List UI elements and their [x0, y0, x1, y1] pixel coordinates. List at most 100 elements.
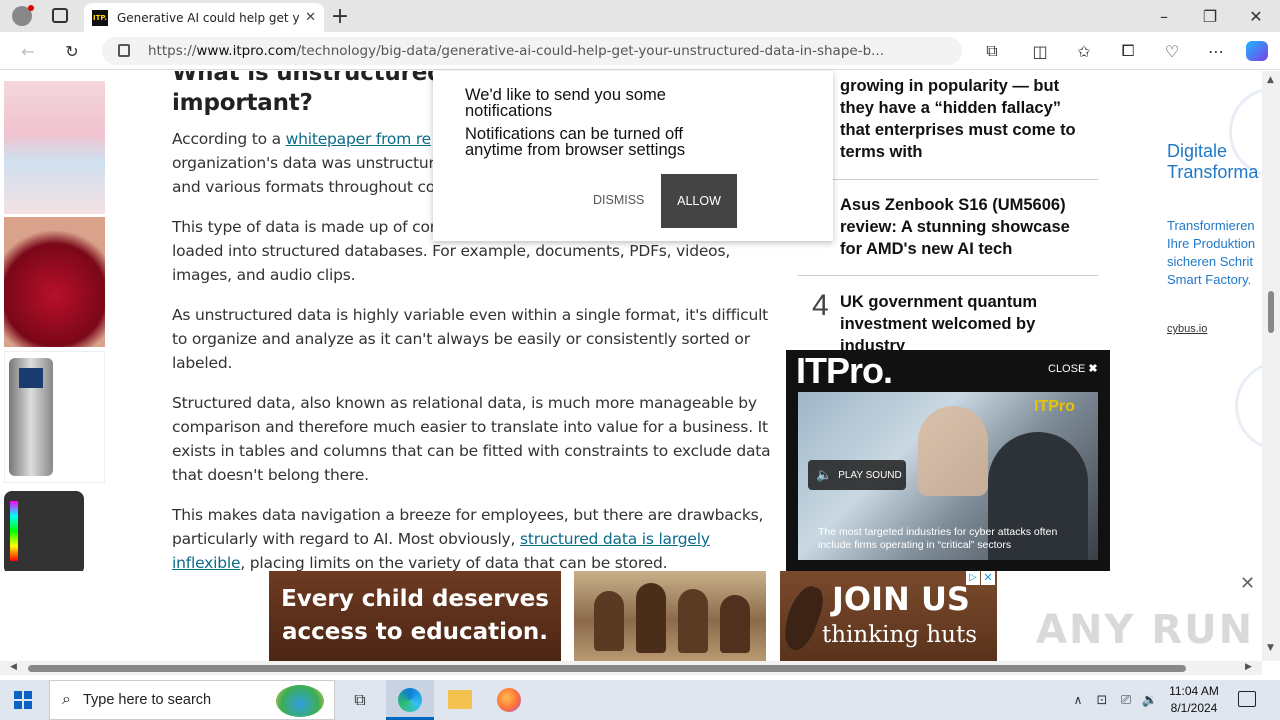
new-tab-icon[interactable]: + [328, 4, 352, 29]
ad-join-panel[interactable]: JOIN US thinking huts ▷ ✕ [777, 571, 997, 661]
heading-line: What is unstructured [172, 71, 444, 86]
tray-chevron-icon[interactable]: ∧ [1066, 688, 1090, 712]
most-read-item-4[interactable]: UK government quantum investment welcome… [840, 291, 1090, 357]
text: According to a [172, 130, 286, 148]
text: investment welcomed by [840, 315, 1036, 333]
clock[interactable]: 11:04 AM 8/1/2024 [1164, 683, 1224, 717]
most-read-item-asus[interactable]: Asus Zenbook S16 (UM5606) review: A stun… [840, 194, 1090, 260]
play-sound-button[interactable]: 🔈 PLAY SOUND [808, 460, 906, 490]
url-prefix: https:// [148, 43, 197, 59]
vertical-scroll-thumb[interactable] [1268, 291, 1274, 333]
ad-image-red-top[interactable] [4, 217, 105, 347]
heading-line: important? [172, 90, 313, 116]
edge-taskbar-icon[interactable] [386, 680, 434, 720]
performance-icon[interactable]: ♡ [1160, 39, 1184, 63]
ad-decor-circle-icon [1235, 361, 1262, 451]
ad-close-icon[interactable]: ✕ [981, 571, 995, 585]
ad-image-underwear[interactable] [4, 81, 105, 214]
address-input[interactable]: https://www.itpro.com/technology/big-dat… [102, 37, 962, 65]
file-explorer-icon[interactable] [448, 690, 472, 709]
text: that enterprises must come to [840, 121, 1076, 139]
whitepaper-link[interactable]: whitepaper from re [286, 130, 432, 148]
title-bar: ITP. Generative AI could help get your u… [0, 0, 1280, 32]
lock-icon[interactable] [118, 44, 130, 57]
scroll-down-icon[interactable]: ▼ [1267, 643, 1274, 653]
split-screen-icon[interactable]: ◫ [1028, 39, 1052, 63]
text: labeled. [172, 354, 233, 372]
text: images, and audio clips. [172, 266, 356, 284]
collections-icon[interactable]: ⧠ [1116, 39, 1140, 63]
text: CLOSE [1048, 363, 1086, 375]
text: they have a “hidden fallacy” [840, 99, 1061, 117]
paragraph-1: According to a whitepaper from re organi… [172, 127, 435, 199]
tab-close-icon[interactable]: ✕ [305, 10, 316, 25]
horizontal-scrollbar[interactable]: ◀ ▶ [0, 661, 1262, 675]
bottom-ad-banner: Every child deserves access to education… [0, 571, 1262, 661]
minimize-icon[interactable]: – [1152, 4, 1176, 28]
video-close-button[interactable]: CLOSE ✖ [1048, 362, 1098, 375]
text: Transformieren [1167, 218, 1255, 233]
time-text: 11:04 AM [1169, 684, 1219, 698]
refresh-icon[interactable]: ↻ [60, 39, 84, 63]
copilot-icon[interactable] [1246, 41, 1268, 61]
banner-close-icon[interactable]: ✕ [1240, 573, 1255, 594]
allow-button[interactable]: ALLOW [661, 174, 737, 228]
scroll-right-icon[interactable]: ▶ [1245, 662, 1252, 672]
most-read-number: 4 [812, 289, 829, 322]
restore-icon[interactable]: ❐ [1198, 4, 1222, 28]
volume-icon[interactable]: 🔉 [1138, 688, 1162, 712]
scroll-left-icon[interactable]: ◀ [10, 662, 17, 672]
extensions-icon[interactable]: ⧉ [980, 39, 1004, 63]
speaker-icon: 🔈 [816, 467, 833, 482]
windows-start-icon[interactable] [14, 691, 32, 709]
close-window-icon[interactable]: ✕ [1244, 4, 1268, 28]
video-player[interactable]: ITPro. CLOSE ✖ ITPro 🔈 PLAY SOUND The mos… [786, 350, 1110, 571]
taskbar-search-box[interactable]: ⌕ Type here to search [49, 680, 335, 720]
url-path: /technology/big-data/generative-ai-could… [296, 43, 885, 59]
right-ad[interactable]: Digitale Transforma Transformieren Ihre … [1159, 81, 1262, 561]
text: particularly with regard to AI. Most obv… [172, 530, 520, 548]
ad-image-recorder[interactable] [4, 351, 105, 483]
ad-link[interactable]: cybus.io [1167, 323, 1207, 335]
more-menu-icon[interactable]: ⋯ [1204, 39, 1228, 63]
ad-education-panel[interactable]: Every child deserves access to education… [269, 571, 561, 661]
text: terms with [840, 143, 923, 161]
notif-message: We'd like to send you some notifications… [465, 87, 685, 159]
text: Smart Factory. [1167, 272, 1252, 287]
notification-center-icon[interactable] [1238, 691, 1256, 707]
text: Notifications can be turned off [465, 125, 683, 143]
text: growing in popularity — but [840, 77, 1060, 95]
video-caption: The most targeted industries for cyber a… [818, 526, 1057, 552]
text: notifications [465, 102, 553, 120]
date-text: 8/1/2024 [1170, 701, 1218, 715]
text: organization's data was unstructur [172, 154, 435, 172]
inflexible-link[interactable]: inflexible [172, 554, 241, 571]
paragraph-4: Structured data, also known as relationa… [172, 391, 771, 487]
itpro-favicon-icon: ITP. [92, 9, 108, 26]
tab-active[interactable]: ITP. Generative AI could help get your u… [84, 3, 324, 32]
most-read-item-3[interactable]: growing in popularity — but they have a … [840, 75, 1090, 163]
text: Transforma [1167, 162, 1259, 182]
text: that doesn't belong there. [172, 466, 369, 484]
ad-image-device[interactable] [4, 487, 105, 571]
ad-choices-icon[interactable]: ▷ [966, 571, 980, 585]
tray-device-icon[interactable]: ⊡ [1090, 688, 1114, 712]
dismiss-button[interactable]: DISMISS [593, 193, 644, 207]
task-view-icon[interactable]: ⧉ [348, 688, 372, 712]
back-icon[interactable]: ← [16, 39, 40, 63]
horizontal-scroll-thumb[interactable] [28, 665, 1186, 672]
search-highlight-globe-icon [276, 685, 324, 717]
network-icon[interactable]: ⎚ [1114, 688, 1138, 712]
tab-actions-icon[interactable] [52, 8, 68, 23]
video-watermark: ITPro [1034, 398, 1075, 415]
vertical-scrollbar[interactable]: ▲ ▼ [1262, 71, 1280, 661]
madagascar-map-icon [777, 581, 829, 655]
video-frame[interactable]: ITPro 🔈 PLAY SOUND The most targeted indu… [798, 392, 1098, 560]
favorites-icon[interactable]: ✩ [1072, 39, 1096, 63]
text: loaded into structured databases. For ex… [172, 242, 731, 260]
firefox-icon[interactable] [497, 688, 521, 712]
scroll-up-icon[interactable]: ▲ [1267, 75, 1274, 85]
structured-data-link[interactable]: structured data is largely [520, 530, 710, 548]
ad-children-photo[interactable] [574, 571, 766, 661]
text: Structured data, also known as relationa… [172, 394, 757, 412]
